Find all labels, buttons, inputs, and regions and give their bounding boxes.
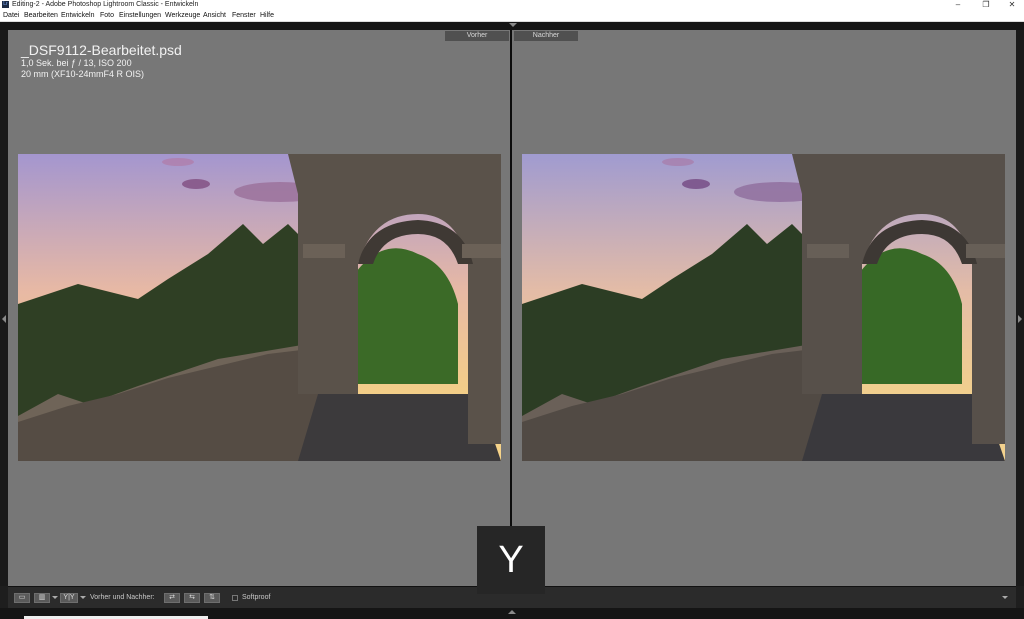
chevron-down-icon[interactable] [52, 596, 58, 599]
left-panel-strip [0, 30, 8, 586]
softproof-label: Softproof [242, 594, 271, 601]
keystroke-overlay: Y [477, 526, 545, 594]
photo-exposure: 1,0 Sek. bei ƒ / 13, ISO 200 [21, 58, 132, 68]
maximize-button[interactable]: ❐ [974, 0, 998, 10]
copy-after-to-before-icon[interactable]: ⇅ [204, 593, 220, 603]
grid-view-icon[interactable]: ▥ [34, 593, 50, 603]
photo-lens: 20 mm (XF10-24mmF4 R OIS) [21, 69, 145, 79]
swap-icon[interactable]: ⇆ [184, 593, 200, 603]
menu-entwickeln[interactable]: Entwickeln [61, 10, 94, 21]
right-panel-strip [1016, 30, 1024, 586]
loupe-view-icon[interactable]: ▭ [14, 593, 30, 603]
window-titlebar: Lr Editing-2 - Adobe Photoshop Lightroom… [0, 0, 1024, 10]
before-photo[interactable] [18, 154, 501, 461]
chevron-down-icon[interactable] [80, 596, 86, 599]
top-panel-toggle-icon[interactable] [509, 23, 517, 27]
copy-before-to-after-icon[interactable]: ⇄ [164, 593, 180, 603]
menu-foto[interactable]: Foto [100, 10, 114, 21]
menu-ansicht[interactable]: Ansicht [203, 10, 226, 21]
top-panel-strip [0, 22, 1024, 30]
softproof-checkbox[interactable] [232, 595, 238, 601]
photo-info-overlay: _DSF9112-Bearbeitet.psd 1,0 Sek. bei ƒ /… [21, 42, 182, 80]
before-after-label: Vorher und Nachher: [90, 594, 155, 601]
filmstrip-toggle-icon[interactable] [508, 610, 516, 614]
menu-fenster[interactable]: Fenster [232, 10, 256, 21]
after-label: Nachher [514, 31, 578, 41]
menu-einstellungen[interactable]: Einstellungen [119, 10, 161, 21]
menu-hilfe[interactable]: Hilfe [260, 10, 274, 21]
lightroom-app-icon: Lr [2, 1, 9, 8]
right-panel-toggle-icon[interactable] [1018, 315, 1022, 323]
menu-werkzeuge[interactable]: Werkzeuge [165, 10, 200, 21]
left-panel-toggle-icon[interactable] [2, 315, 6, 323]
bottom-panel-strip [0, 608, 1024, 619]
menu-bearbeiten[interactable]: Bearbeiten [24, 10, 58, 21]
after-photo[interactable] [522, 154, 1005, 461]
window-title: Editing-2 - Adobe Photoshop Lightroom Cl… [12, 1, 199, 8]
menu-bar: Datei Bearbeiten Entwickeln Foto Einstel… [0, 10, 1024, 22]
photo-filename: _DSF9112-Bearbeitet.psd [21, 42, 182, 58]
minimize-button[interactable]: – [946, 0, 970, 10]
split-divider [510, 30, 512, 594]
menu-datei[interactable]: Datei [3, 10, 19, 21]
toolbar-options-icon[interactable] [1002, 596, 1008, 599]
close-button[interactable]: ✕ [1000, 0, 1024, 10]
after-photo-image [522, 154, 1005, 461]
before-photo-image [18, 154, 501, 461]
before-label: Vorher [445, 31, 509, 41]
before-after-icon[interactable]: Y|Y [60, 593, 78, 603]
